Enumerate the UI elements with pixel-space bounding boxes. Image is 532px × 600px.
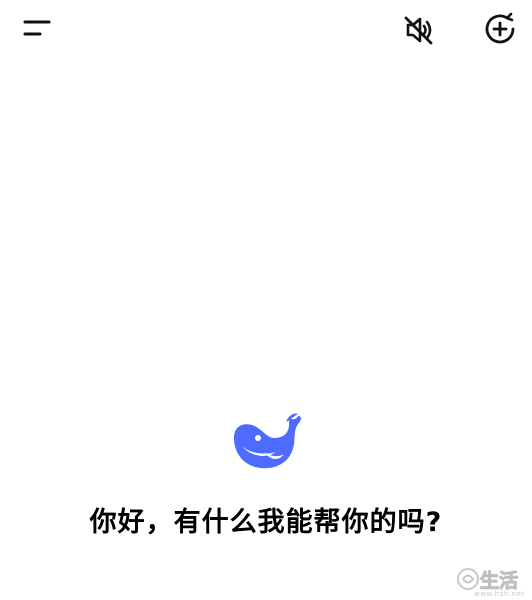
new-chat-button[interactable]: [476, 6, 524, 52]
whale-logo-icon: [234, 413, 301, 469]
app-screen: 你好，有什么我能帮你的吗? 生活 www.hsh.net: [0, 0, 532, 600]
mute-button[interactable]: [394, 8, 442, 52]
new-chat-icon: [485, 12, 515, 44]
speaker-muted-icon: [404, 16, 433, 45]
site-watermark: 生活 www.hsh.net: [456, 562, 532, 600]
watermark-domain: www.hsh.net: [474, 590, 525, 598]
watermark-text: 生活: [479, 570, 519, 593]
deepseek-logo: [228, 408, 304, 476]
menu-button[interactable]: [14, 10, 58, 46]
greeting-text: 你好，有什么我能帮你的吗?: [89, 507, 443, 538]
menu-icon: [23, 20, 51, 36]
